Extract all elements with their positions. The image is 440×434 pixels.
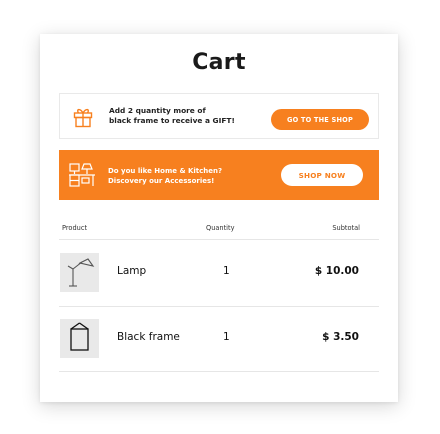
- column-header-subtotal: Subtotal: [332, 224, 360, 232]
- column-header-quantity: Quantity: [206, 224, 235, 232]
- lamp-icon: [60, 253, 99, 292]
- go-to-shop-button[interactable]: GO TO THE SHOP: [271, 109, 369, 130]
- product-quantity: 1: [223, 265, 230, 277]
- column-header-product: Product: [62, 224, 88, 232]
- gift-icon: [72, 106, 94, 128]
- accessory-banner: Do you like Home & Kitchen? Discovery ou…: [59, 150, 379, 200]
- cart-card: Cart Add 2 quantity more of black frame …: [40, 34, 398, 402]
- accessory-message-line-2: Discovery our Accessories!: [108, 177, 215, 185]
- product-thumbnail[interactable]: [60, 319, 99, 358]
- product-subtotal: $ 10.00: [314, 265, 359, 277]
- page-title: Cart: [192, 50, 246, 75]
- product-thumbnail[interactable]: [60, 253, 99, 292]
- divider: [59, 306, 379, 307]
- gift-message: Add 2 quantity more of black frame to re…: [109, 106, 269, 126]
- gift-message-line-1: Add 2 quantity more of: [109, 106, 206, 115]
- accessory-message-line-1: Do you like Home & Kitchen?: [108, 167, 223, 175]
- accessory-message: Do you like Home & Kitchen? Discovery ou…: [108, 166, 278, 186]
- product-subtotal: $ 3.50: [322, 331, 359, 343]
- product-name[interactable]: Black frame: [117, 331, 180, 343]
- gift-message-line-2: black frame to receive a GIFT!: [109, 116, 235, 125]
- product-name[interactable]: Lamp: [117, 265, 146, 277]
- frame-icon: [60, 319, 99, 358]
- divider: [59, 239, 379, 240]
- shop-now-button[interactable]: SHOP NOW: [281, 164, 363, 186]
- gift-banner: Add 2 quantity more of black frame to re…: [59, 93, 379, 139]
- divider: [59, 371, 379, 372]
- product-quantity: 1: [223, 331, 230, 343]
- desk-icon: [68, 162, 96, 188]
